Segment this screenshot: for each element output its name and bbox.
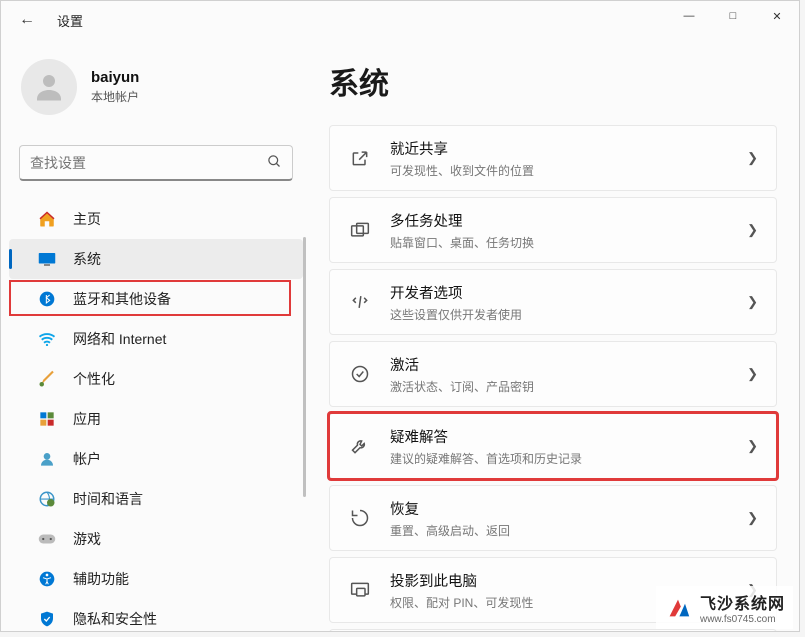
card-title: 多任务处理	[390, 210, 747, 231]
sidebar-item-label: 主页	[73, 209, 101, 229]
card-text: 疑难解答 建议的疑难解答、首选项和历史记录	[390, 426, 747, 467]
sidebar-item-label: 网络和 Internet	[73, 329, 166, 349]
window-controls: ― □ ✕	[667, 1, 799, 31]
apps-icon	[37, 409, 57, 429]
window-title: 设置	[57, 11, 83, 30]
card-title: 激活	[390, 354, 747, 375]
card-title: 恢复	[390, 498, 747, 519]
troubleshoot-icon	[348, 434, 372, 458]
watermark: 飞沙系统网 www.fs0745.com	[656, 586, 793, 629]
card-text: 多任务处理 贴靠窗口、桌面、任务切换	[390, 210, 747, 251]
card-sub: 重置、高级启动、返回	[390, 522, 747, 539]
watermark-text: 飞沙系统网 www.fs0745.com	[700, 590, 785, 625]
main-panel: 系统 就近共享 可发现性、收到文件的位置 ❯ 多任务处理 贴靠窗口、桌面、任务切…	[311, 39, 799, 631]
sidebar-item-gaming[interactable]: 游戏	[9, 519, 303, 559]
card-title: 就近共享	[390, 138, 747, 159]
content: baiyun 本地帐户 主页 系统	[1, 39, 799, 631]
sidebar-item-network[interactable]: 网络和 Internet	[9, 319, 303, 359]
card-developer[interactable]: 开发者选项 这些设置仅供开发者使用 ❯	[329, 269, 777, 335]
sidebar-item-accessibility[interactable]: 辅助功能	[9, 559, 303, 599]
sidebar-item-personalization[interactable]: 个性化	[9, 359, 303, 399]
avatar	[21, 59, 77, 115]
sidebar-item-label: 时间和语言	[73, 489, 143, 509]
globe-clock-icon	[37, 489, 57, 509]
profile-info: baiyun 本地帐户	[91, 69, 139, 105]
sidebar-item-label: 应用	[73, 409, 101, 429]
search-icon[interactable]	[267, 154, 282, 172]
profile-sub: 本地帐户	[91, 88, 139, 105]
person-icon	[37, 449, 57, 469]
project-icon	[348, 578, 372, 602]
card-recovery[interactable]: 恢复 重置、高级启动、返回 ❯	[329, 485, 777, 551]
sidebar-item-label: 系统	[73, 249, 101, 269]
system-icon	[37, 249, 57, 269]
gamepad-icon	[37, 529, 57, 549]
maximize-button[interactable]: □	[711, 1, 755, 31]
card-text: 就近共享 可发现性、收到文件的位置	[390, 138, 747, 179]
check-circle-icon	[348, 362, 372, 386]
card-text: 开发者选项 这些设置仅供开发者使用	[390, 282, 747, 323]
sidebar-item-label: 蓝牙和其他设备	[73, 289, 171, 309]
sidebar: baiyun 本地帐户 主页 系统	[1, 39, 311, 631]
titlebar-left: ← 设置	[19, 11, 83, 30]
chevron-right-icon: ❯	[747, 510, 758, 526]
sidebar-item-accounts[interactable]: 帐户	[9, 439, 303, 479]
search-input[interactable]	[30, 155, 267, 171]
wifi-icon	[37, 329, 57, 349]
close-button[interactable]: ✕	[755, 1, 799, 31]
watermark-url: www.fs0745.com	[700, 614, 785, 625]
sidebar-item-label: 个性化	[73, 369, 115, 389]
search-box[interactable]	[19, 145, 293, 181]
chevron-right-icon: ❯	[747, 222, 758, 238]
card-sub: 可发现性、收到文件的位置	[390, 162, 747, 179]
wrench-icon	[348, 290, 372, 314]
chevron-right-icon: ❯	[747, 150, 758, 166]
minimize-button[interactable]: ―	[667, 1, 711, 31]
sidebar-item-system[interactable]: 系统	[9, 239, 303, 279]
card-sub: 建议的疑难解答、首选项和历史记录	[390, 450, 747, 467]
card-text: 激活 激活状态、订阅、产品密钥	[390, 354, 747, 395]
sidebar-item-bluetooth[interactable]: 蓝牙和其他设备	[9, 279, 303, 319]
sidebar-item-time-language[interactable]: 时间和语言	[9, 479, 303, 519]
card-text: 恢复 重置、高级启动、返回	[390, 498, 747, 539]
nav-scrollbar[interactable]	[303, 237, 306, 497]
bluetooth-icon	[37, 289, 57, 309]
card-title: 疑难解答	[390, 426, 747, 447]
watermark-logo-icon	[664, 594, 692, 622]
card-multitasking[interactable]: 多任务处理 贴靠窗口、桌面、任务切换 ❯	[329, 197, 777, 263]
settings-window: ← 设置 ― □ ✕ baiyun 本地帐户	[0, 0, 800, 632]
sidebar-item-label: 辅助功能	[73, 569, 129, 589]
page-title: 系统	[329, 59, 777, 103]
profile[interactable]: baiyun 本地帐户	[1, 51, 311, 135]
recovery-icon	[348, 506, 372, 530]
brush-icon	[37, 369, 57, 389]
watermark-cn: 飞沙系统网	[700, 590, 785, 614]
card-sub: 贴靠窗口、桌面、任务切换	[390, 234, 747, 251]
card-remote-desktop[interactable]: 远程桌面	[329, 629, 777, 631]
chevron-right-icon: ❯	[747, 438, 758, 454]
sidebar-item-label: 隐私和安全性	[73, 609, 157, 629]
chevron-right-icon: ❯	[747, 366, 758, 382]
chevron-right-icon: ❯	[747, 294, 758, 310]
titlebar: ← 设置 ― □ ✕	[1, 1, 799, 39]
nav: 主页 系统 蓝牙和其他设备 网络和 Internet 个性化	[1, 199, 311, 631]
sidebar-item-apps[interactable]: 应用	[9, 399, 303, 439]
card-sub: 激活状态、订阅、产品密钥	[390, 378, 747, 395]
sidebar-item-privacy[interactable]: 隐私和安全性	[9, 599, 303, 631]
card-nearby-sharing[interactable]: 就近共享 可发现性、收到文件的位置 ❯	[329, 125, 777, 191]
share-icon	[348, 146, 372, 170]
card-sub: 这些设置仅供开发者使用	[390, 306, 747, 323]
shield-icon	[37, 609, 57, 629]
sidebar-item-label: 帐户	[73, 449, 101, 469]
multitask-icon	[348, 218, 372, 242]
home-icon	[37, 209, 57, 229]
profile-name: baiyun	[91, 69, 139, 86]
sidebar-item-label: 游戏	[73, 529, 101, 549]
card-title: 开发者选项	[390, 282, 747, 303]
accessibility-icon	[37, 569, 57, 589]
back-button[interactable]: ←	[19, 11, 35, 29]
card-troubleshoot[interactable]: 疑难解答 建议的疑难解答、首选项和历史记录 ❯	[329, 413, 777, 479]
card-activation[interactable]: 激活 激活状态、订阅、产品密钥 ❯	[329, 341, 777, 407]
sidebar-item-home[interactable]: 主页	[9, 199, 303, 239]
